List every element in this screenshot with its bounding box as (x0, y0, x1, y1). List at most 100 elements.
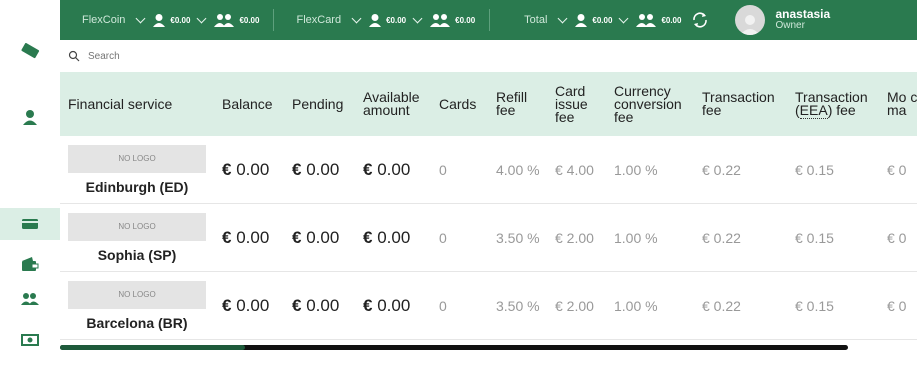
transaction-eea-fee-value: € 0.15 (791, 271, 883, 340)
sidebar (0, 0, 60, 366)
users-icon (430, 14, 451, 27)
search-input[interactable] (86, 49, 390, 63)
total-label: Total (524, 14, 548, 26)
table-header-row: Financial service Balance Pending Availa… (60, 72, 917, 136)
sidebar-item-cards[interactable] (0, 208, 60, 240)
refill-fee-value: 4.00 % (492, 136, 551, 204)
cards-value: 0 (435, 203, 492, 272)
flexcard-label: FlexCard (296, 14, 342, 26)
service-name[interactable]: Sophia (SP) (64, 247, 210, 263)
eea-abbreviation: EEA (799, 102, 828, 119)
conversion-fee-value: 1.00 % (610, 136, 698, 204)
conversion-fee-value: 1.00 % (610, 271, 698, 340)
avatar-person-icon (740, 15, 761, 35)
divider (273, 9, 275, 31)
col-header-more[interactable]: Mo car ma (883, 72, 917, 136)
euro-icon: € (292, 159, 302, 179)
col-header-transaction-eea-fee[interactable]: Transaction (EEA) fee (791, 72, 883, 136)
euro-icon: € (363, 295, 373, 315)
service-name[interactable]: Edinburgh (ED) (64, 179, 210, 195)
card-issue-fee-value: € 2.00 (551, 271, 610, 340)
sidebar-item-tag[interactable] (0, 38, 60, 64)
available-value: 0.00 (377, 227, 411, 247)
users-icon (21, 293, 39, 305)
sidebar-item-wallet[interactable] (0, 252, 60, 276)
total-single-amount: €0.00 (592, 15, 613, 25)
flexcoin-group-amount: €0.00 (239, 15, 260, 25)
chevron-down-icon[interactable] (351, 13, 362, 23)
pending-value: 0.00 (306, 295, 340, 315)
col-header-currency-conversion-fee[interactable]: Currency conversion fee (610, 72, 698, 136)
euro-icon: € (363, 159, 373, 179)
service-name[interactable]: Barcelona (BR) (64, 315, 210, 331)
sidebar-item-team[interactable] (0, 288, 60, 310)
flexcoin-summary: FlexCoin €0.00 €0.00 (82, 13, 259, 27)
available-value: 0.00 (377, 159, 411, 179)
wallet-icon (22, 257, 39, 271)
chevron-down-icon[interactable] (557, 13, 568, 23)
banknote-icon (21, 334, 39, 346)
table-row[interactable]: NO LOGO Barcelona (BR) € 0.00 € 0.00 € 0.… (60, 271, 917, 340)
search-bar (60, 40, 917, 73)
chevron-down-icon[interactable] (196, 13, 207, 23)
conversion-fee-value: 1.00 % (610, 203, 698, 272)
users-icon (214, 14, 235, 27)
col-header-refill-fee[interactable]: Refill fee (492, 72, 551, 136)
transaction-fee-value: € 0.22 (698, 271, 791, 340)
balance-value: 0.00 (236, 159, 270, 179)
flexcard-single-amount: €0.00 (386, 15, 407, 25)
service-logo-placeholder: NO LOGO (68, 280, 206, 309)
sidebar-item-user[interactable] (0, 104, 60, 130)
search-icon (68, 50, 80, 62)
balance-topbar: FlexCoin €0.00 €0.00 FlexCard €0.00 €0.0… (60, 0, 917, 40)
avatar[interactable] (735, 5, 766, 35)
service-logo-placeholder: NO LOGO (68, 212, 206, 241)
col-header-financial-service[interactable]: Financial service (60, 72, 218, 136)
col-header-available-amount[interactable]: Available amount (359, 72, 435, 136)
col-header-cards[interactable]: Cards (435, 72, 492, 136)
financial-services-table: Financial service Balance Pending Availa… (60, 72, 917, 342)
euro-icon: € (222, 159, 232, 179)
table-row[interactable]: NO LOGO Edinburgh (ED) € 0.00 € 0.00 € 0.… (60, 136, 917, 204)
col-header-transaction-fee[interactable]: Transaction fee (698, 72, 791, 136)
total-summary: Total €0.00 €0.00 (524, 11, 709, 29)
balance-value: 0.00 (236, 227, 270, 247)
card-issue-fee-value: € 4.00 (551, 136, 610, 204)
flexcard-group-amount: €0.00 (455, 15, 476, 25)
transaction-fee-value: € 0.22 (698, 203, 791, 272)
refill-fee-value: 3.50 % (492, 203, 551, 272)
col-header-card-issue-fee[interactable]: Card issue fee (551, 72, 610, 136)
euro-icon: € (222, 295, 232, 315)
euro-icon: € (292, 295, 302, 315)
table-row[interactable]: NO LOGO Sophia (SP) € 0.00 € 0.00 € 0.00 … (60, 203, 917, 272)
service-logo-placeholder: NO LOGO (68, 144, 206, 173)
flexcard-summary: FlexCard €0.00 €0.00 (296, 13, 475, 27)
user-menu[interactable]: anastasia Owner (735, 5, 830, 35)
more-value: € 0 (883, 271, 917, 340)
available-value: 0.00 (377, 295, 411, 315)
transaction-fee-value: € 0.22 (698, 136, 791, 204)
more-value: € 0 (883, 203, 917, 272)
users-icon (636, 14, 657, 27)
pending-value: 0.00 (306, 159, 340, 179)
pending-value: 0.00 (306, 227, 340, 247)
col-header-pending[interactable]: Pending (288, 72, 359, 136)
refill-fee-value: 3.50 % (492, 271, 551, 340)
chevron-down-icon[interactable] (412, 13, 423, 23)
total-group-amount: €0.00 (661, 15, 682, 25)
balance-value: 0.00 (236, 295, 270, 315)
euro-icon: € (222, 227, 232, 247)
col-header-balance[interactable]: Balance (218, 72, 288, 136)
card-icon (22, 219, 38, 229)
euro-icon: € (292, 227, 302, 247)
user-icon (23, 110, 37, 125)
refresh-icon[interactable] (691, 11, 709, 29)
user-icon (575, 14, 588, 27)
transaction-eea-fee-value: € 0.15 (791, 136, 883, 204)
more-value: € 0 (883, 136, 917, 204)
sidebar-item-money[interactable] (0, 328, 60, 352)
flexcoin-label: FlexCoin (82, 14, 126, 26)
chevron-down-icon[interactable] (618, 13, 629, 23)
chevron-down-icon[interactable] (135, 13, 146, 23)
horizontal-scrollbar-thumb[interactable] (60, 345, 245, 350)
